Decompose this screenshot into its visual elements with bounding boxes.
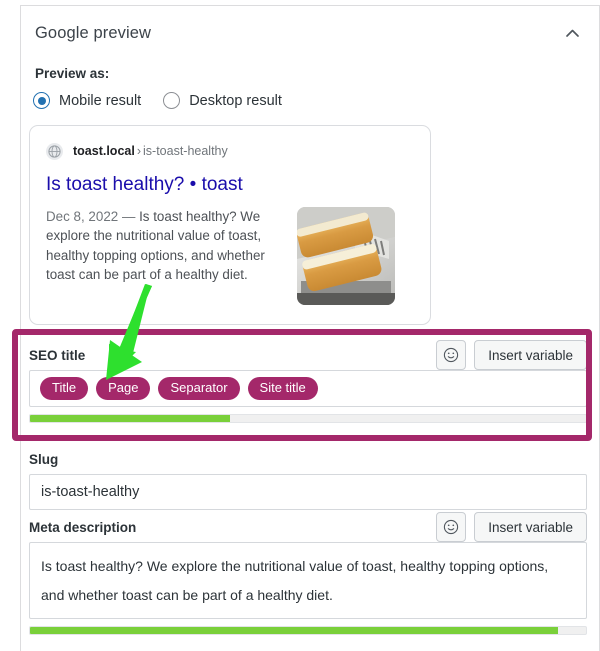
meta-description-field: Meta description Insert variable Is toas…: [29, 512, 587, 636]
meta-description-field-header: Meta description Insert variable: [29, 512, 587, 542]
seo-title-field: SEO title Insert variable Title Page Sep…: [29, 340, 587, 424]
google-preview-panel: Google preview Preview as: Mobile result…: [12, 5, 600, 651]
meta-description-progress-bar: [29, 626, 587, 636]
serp-body: Dec 8, 2022 — Is toast healthy? We explo…: [46, 206, 414, 305]
smiley-icon[interactable]: [436, 512, 467, 542]
radio-desktop-result-circle[interactable]: [163, 92, 181, 109]
preview-as-label: Preview as:: [35, 66, 110, 81]
seo-title-field-header: SEO title Insert variable: [29, 340, 587, 370]
seo-title-insert-variable-button[interactable]: Insert variable: [474, 340, 587, 370]
seo-title-progress-fill: [30, 415, 231, 423]
chevron-up-icon[interactable]: [561, 23, 583, 45]
serp-title-link[interactable]: Is toast healthy? • toast: [46, 173, 414, 197]
seo-title-input[interactable]: Title Page Separator Site title: [29, 370, 587, 408]
radio-mobile-result-circle[interactable]: [33, 92, 50, 109]
serp-url-row: toast.local › is-toast-healthy: [46, 140, 414, 162]
serp-slug-crumb: is-toast-healthy: [143, 144, 228, 158]
slug-input[interactable]: is-toast-healthy: [29, 474, 587, 510]
slug-field-header: Slug: [29, 444, 587, 474]
variable-pill-page[interactable]: Page: [96, 377, 151, 401]
radio-mobile-result[interactable]: Mobile result: [33, 92, 141, 109]
serp-description: Dec 8, 2022 — Is toast healthy? We explo…: [46, 207, 283, 305]
slug-label: Slug: [29, 451, 59, 467]
panel-header[interactable]: Google preview: [21, 6, 599, 61]
seo-title-progress-bar: [29, 414, 587, 424]
globe-icon: [46, 142, 63, 160]
meta-description-actions: Insert variable: [436, 512, 587, 542]
seo-title-actions: Insert variable: [436, 340, 587, 370]
radio-desktop-result[interactable]: Desktop result: [163, 92, 282, 109]
smiley-icon[interactable]: [436, 340, 467, 370]
meta-description-insert-variable-button[interactable]: Insert variable: [474, 512, 587, 542]
seo-title-label: SEO title: [29, 347, 86, 363]
preview-as-radio-group[interactable]: Mobile result Desktop result: [33, 92, 282, 109]
serp-date-separator: —: [121, 208, 136, 224]
radio-desktop-result-label: Desktop result: [189, 92, 282, 109]
serp-breadcrumb-separator: ›: [136, 144, 141, 158]
slug-field: Slug is-toast-healthy: [29, 444, 587, 510]
variable-pill-site-title[interactable]: Site title: [247, 377, 318, 401]
serp-preview-card[interactable]: toast.local › is-toast-healthy Is toast he…: [29, 125, 431, 325]
serp-thumbnail: [297, 206, 395, 305]
meta-description-input[interactable]: Is toast healthy? We explore the nutriti…: [29, 542, 587, 620]
serp-date: Dec 8, 2022: [46, 208, 119, 224]
serp-breadcrumb: toast.local › is-toast-healthy: [73, 144, 228, 158]
meta-description-progress-fill: [30, 627, 559, 635]
meta-description-label: Meta description: [29, 519, 137, 535]
variable-pill-separator[interactable]: Separator: [158, 377, 240, 401]
radio-mobile-result-label: Mobile result: [59, 92, 142, 109]
serp-domain: toast.local: [73, 144, 135, 158]
variable-pill-title[interactable]: Title: [40, 377, 89, 401]
page-title: Google preview: [35, 24, 152, 42]
